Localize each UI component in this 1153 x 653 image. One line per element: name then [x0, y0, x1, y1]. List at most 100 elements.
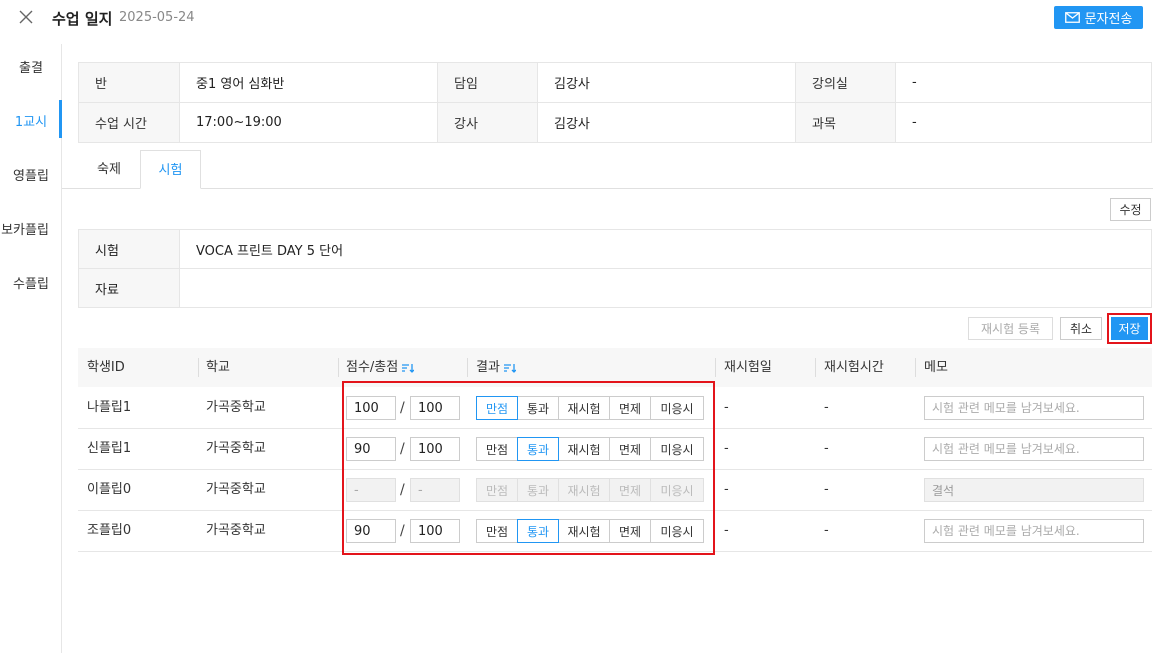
score-separator: /: [400, 523, 405, 539]
retest-time-cell: -: [824, 523, 829, 538]
result-segmented-control: 만점 통과 재시험 면제 미응시: [476, 519, 704, 543]
page-title: 수업 일지: [52, 10, 113, 28]
result-segmented-control: 만점 통과 재시험 면제 미응시: [476, 478, 704, 502]
score-separator: /: [400, 400, 405, 416]
material-label: 자료: [78, 268, 180, 308]
test-info-row: 시험 VOCA 프린트 DAY 5 단어: [78, 229, 1152, 269]
student-id-cell: 나플립1: [87, 400, 132, 415]
send-sms-button[interactable]: 문자전송: [1054, 6, 1143, 29]
result-option-button[interactable]: 통과: [517, 478, 559, 502]
result-option-button[interactable]: 만점: [476, 478, 518, 502]
mail-icon: [1064, 12, 1080, 23]
header: 수업 일지 2025-05-24 문자전송: [0, 0, 1153, 36]
result-option-button[interactable]: 통과: [517, 396, 559, 420]
retest-date-cell: -: [724, 523, 729, 538]
homeroom-value: 김강사: [537, 62, 796, 103]
test-info-table: 시험 VOCA 프린트 DAY 5 단어 자료: [78, 229, 1152, 308]
subject-value: -: [895, 102, 1152, 143]
sidebar-item-eng-flip[interactable]: 영플립: [0, 165, 62, 184]
col-score: 점수/총점: [346, 348, 415, 387]
tab-bar: 숙제 시험: [62, 150, 1153, 189]
sort-icon[interactable]: [503, 363, 516, 373]
result-option-button[interactable]: 미응시: [650, 396, 704, 420]
memo-input[interactable]: [924, 519, 1144, 543]
col-result: 결과: [476, 348, 516, 387]
result-option-button[interactable]: 재시험: [558, 519, 610, 543]
result-option-button[interactable]: 미응시: [650, 519, 704, 543]
column-divider: [715, 358, 716, 377]
retest-date-cell: -: [724, 441, 729, 456]
total-input[interactable]: [410, 478, 460, 502]
student-id-cell: 이플립0: [87, 482, 132, 497]
score-separator: /: [400, 441, 405, 457]
school-cell: 가곡중학교: [206, 482, 266, 497]
retest-time-cell: -: [824, 482, 829, 497]
result-option-button[interactable]: 면제: [609, 519, 651, 543]
score-input[interactable]: [346, 437, 396, 461]
col-score-label: 점수/총점: [346, 360, 399, 375]
school-cell: 가곡중학교: [206, 400, 266, 415]
homeroom-label: 담임: [437, 62, 538, 103]
class-value: 중1 영어 심화반: [179, 62, 438, 103]
result-option-button[interactable]: 통과: [517, 437, 559, 461]
tab-test[interactable]: 시험: [140, 150, 201, 189]
sidebar-item-math-flip[interactable]: 수플립: [0, 273, 62, 292]
result-option-button[interactable]: 미응시: [650, 437, 704, 461]
result-segmented-control: 만점 통과 재시험 면제 미응시: [476, 437, 704, 461]
cancel-button[interactable]: 취소: [1060, 317, 1102, 340]
total-input[interactable]: [410, 519, 460, 543]
test-info-row: 자료: [78, 268, 1152, 308]
class-info-row: 반 중1 영어 심화반 담임 김강사 강의실 -: [78, 62, 1152, 103]
col-student-id: 학생ID: [87, 360, 125, 375]
teacher-label: 강사: [437, 102, 538, 143]
sidebar-item-attendance[interactable]: 출결: [0, 57, 62, 76]
column-divider: [338, 358, 339, 377]
class-info-row: 수업 시간 17:00~19:00 강사 김강사 과목 -: [78, 102, 1152, 143]
score-input[interactable]: [346, 519, 396, 543]
memo-input[interactable]: [924, 478, 1144, 502]
column-divider: [467, 358, 468, 377]
tab-homework[interactable]: 숙제: [78, 150, 140, 189]
save-button[interactable]: 저장: [1111, 317, 1148, 340]
score-input[interactable]: [346, 396, 396, 420]
memo-input[interactable]: [924, 437, 1144, 461]
result-option-button[interactable]: 면제: [609, 437, 651, 461]
sort-icon[interactable]: [402, 363, 415, 373]
result-segmented-control: 만점 통과 재시험 면제 미응시: [476, 396, 704, 420]
result-option-button[interactable]: 통과: [517, 519, 559, 543]
memo-input[interactable]: [924, 396, 1144, 420]
table-row: 신플립1 가곡중학교 / 만점통과재시험면제미응시 - -: [78, 429, 1152, 470]
sidebar-item-voca-flip[interactable]: 보카플립: [0, 219, 56, 238]
edit-button[interactable]: 수정: [1110, 198, 1151, 221]
teacher-value: 김강사: [537, 102, 796, 143]
class-info-table: 반 중1 영어 심화반 담임 김강사 강의실 - 수업 시간 17:00~19:…: [78, 62, 1152, 143]
test-label: 시험: [78, 229, 180, 269]
table-row: 나플립1 가곡중학교 / 만점통과재시험면제미응시 - -: [78, 388, 1152, 429]
result-option-button[interactable]: 미응시: [650, 478, 704, 502]
table-row: 조플립0 가곡중학교 / 만점통과재시험면제미응시 - -: [78, 511, 1152, 552]
col-school: 학교: [206, 360, 230, 375]
time-value: 17:00~19:00: [179, 102, 438, 143]
register-retest-button[interactable]: 재시험 등록: [968, 317, 1053, 340]
total-input[interactable]: [410, 437, 460, 461]
result-option-button[interactable]: 재시험: [558, 478, 610, 502]
student-id-cell: 신플립1: [87, 441, 132, 456]
class-label: 반: [78, 62, 180, 103]
result-option-button[interactable]: 면제: [609, 396, 651, 420]
result-option-button[interactable]: 재시험: [558, 396, 610, 420]
sidebar-item-period-1[interactable]: 1교시: [0, 111, 62, 130]
col-memo: 메모: [924, 360, 948, 375]
school-cell: 가곡중학교: [206, 523, 266, 538]
result-option-button[interactable]: 만점: [476, 396, 518, 420]
score-input[interactable]: [346, 478, 396, 502]
result-option-button[interactable]: 면제: [609, 478, 651, 502]
room-value: -: [895, 62, 1152, 103]
retest-time-cell: -: [824, 441, 829, 456]
result-option-button[interactable]: 만점: [476, 519, 518, 543]
result-option-button[interactable]: 재시험: [558, 437, 610, 461]
total-input[interactable]: [410, 396, 460, 420]
close-icon[interactable]: [14, 5, 38, 29]
retest-time-cell: -: [824, 400, 829, 415]
result-option-button[interactable]: 만점: [476, 437, 518, 461]
send-sms-label: 문자전송: [1084, 12, 1133, 27]
